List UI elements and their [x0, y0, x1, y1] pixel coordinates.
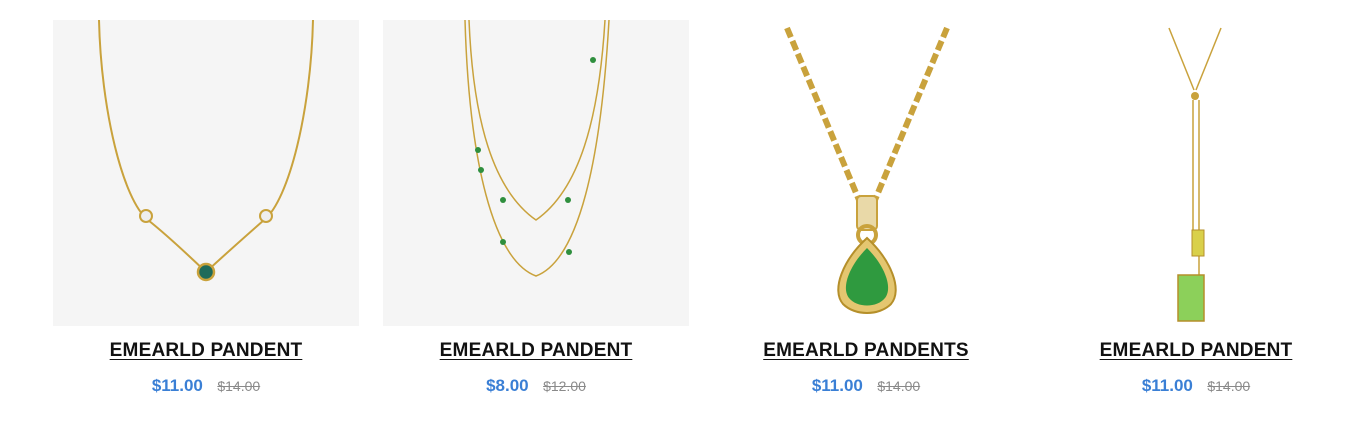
price-row: $11.00 $14.00: [713, 376, 1019, 396]
price-row: $11.00 $14.00: [53, 376, 359, 396]
product-image[interactable]: [1043, 20, 1349, 326]
product-title[interactable]: EMEARLD PANDENT: [1043, 340, 1349, 362]
product-card[interactable]: EMEARLD PANDENT $8.00 $12.00: [383, 20, 689, 396]
product-title[interactable]: EMEARLD PANDENT: [53, 340, 359, 362]
original-price: $12.00: [543, 378, 586, 394]
product-card[interactable]: EMEARLD PANDENTS $11.00 $14.00: [713, 20, 1019, 396]
sale-price: $8.00: [486, 376, 529, 395]
product-title[interactable]: EMEARLD PANDENTS: [713, 340, 1019, 362]
necklace-emerald-bezel-image: [98, 20, 314, 282]
product-card[interactable]: EMEARLD PANDENT $11.00 $14.00: [1043, 20, 1349, 396]
necklace-pear-drop-image: [784, 26, 950, 314]
necklace-lariat-image: [1168, 27, 1222, 322]
sale-price: $11.00: [1141, 376, 1193, 395]
product-image[interactable]: [53, 20, 359, 326]
sale-price: $11.00: [811, 376, 863, 395]
price-row: $8.00 $12.00: [383, 376, 689, 396]
necklace-double-strand-image: [464, 20, 610, 277]
original-price: $14.00: [217, 378, 261, 394]
original-price: $14.00: [1207, 378, 1251, 394]
product-image[interactable]: [713, 20, 1019, 326]
product-image[interactable]: [383, 20, 689, 326]
price-row: $11.00 $14.00: [1043, 376, 1349, 396]
sale-price: $11.00: [151, 376, 203, 395]
product-title[interactable]: EMEARLD PANDENT: [383, 340, 689, 362]
original-price: $14.00: [877, 378, 921, 394]
product-card[interactable]: EMEARLD PANDENT $11.00 $14.00: [53, 20, 359, 396]
